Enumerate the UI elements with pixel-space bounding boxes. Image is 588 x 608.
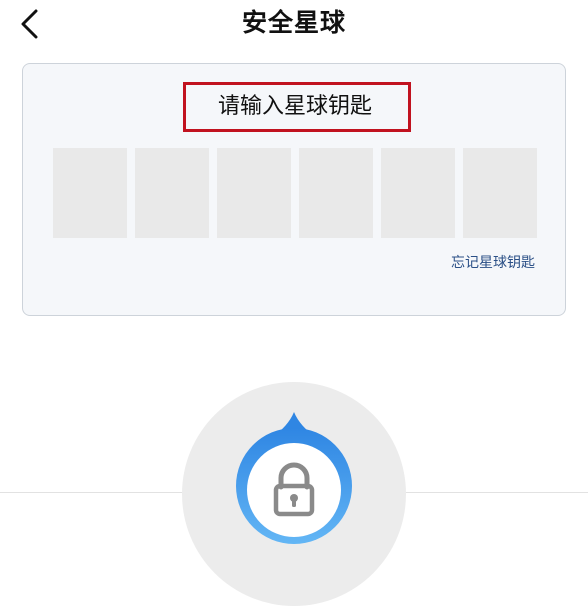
key-entry-card: 请输入星球钥匙 忘记星球钥匙	[22, 63, 566, 316]
key-digit-cell-6[interactable]	[463, 148, 537, 238]
chevron-left-icon	[21, 9, 38, 39]
key-digit-cell-5[interactable]	[381, 148, 455, 238]
prompt-highlight-box	[183, 82, 411, 132]
forgot-key-link[interactable]: 忘记星球钥匙	[451, 252, 535, 272]
lock-drop-graphic	[236, 412, 352, 544]
page-title: 安全星球	[241, 8, 346, 37]
key-digit-cell-2[interactable]	[135, 148, 209, 238]
key-digit-cell-1[interactable]	[53, 148, 127, 238]
back-button[interactable]	[6, 2, 54, 46]
safety-planet-screen: 安全星球 请输入星球钥匙 忘记星球钥匙	[0, 0, 588, 608]
key-digit-cell-4[interactable]	[299, 148, 373, 238]
lock-button[interactable]	[234, 410, 354, 546]
key-digit-row	[53, 148, 537, 238]
key-digit-cell-3[interactable]	[217, 148, 291, 238]
